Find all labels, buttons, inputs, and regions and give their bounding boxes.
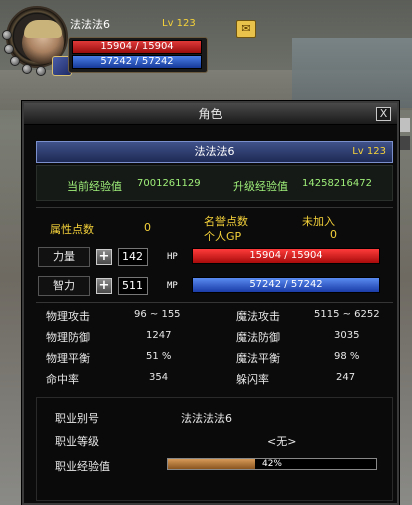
next-exp-label: 升级经验值 (233, 180, 288, 193)
stat-value: 98 % (334, 351, 360, 362)
character-name-bar: 法法法6 Lv 123 (36, 141, 393, 163)
stat-value: 3035 (334, 330, 360, 341)
stat-label: 魔法平衡 (236, 352, 280, 365)
panel-title[interactable]: 角色 (24, 103, 397, 125)
hud-player-level: Lv 123 (162, 18, 196, 29)
next-exp-value: 14258216472 (302, 178, 372, 189)
buff-orb-icon[interactable] (36, 66, 46, 76)
job-section: 职业别号 法法法法6 职业等级 <无> 职业经验值 42% (36, 397, 393, 501)
intelligence-label: 智力 (38, 276, 90, 296)
job-alias-label: 职业别号 (55, 412, 99, 425)
stat-value: 247 (336, 372, 356, 383)
buff-orb-icon[interactable] (4, 44, 14, 54)
buff-orb-icon[interactable] (22, 64, 32, 74)
mp-bar: 57242 / 57242 (192, 277, 380, 293)
stat-label: 躲闪率 (236, 373, 269, 386)
job-level-label: 职业等级 (55, 435, 99, 448)
stat-value: 354 (149, 372, 169, 383)
hud-mp-bar: 57242 / 57242 (72, 55, 202, 69)
buff-orb-icon[interactable] (2, 30, 12, 40)
character-name: 法法法6 (194, 145, 235, 158)
hud-hp-bar: 15904 / 15904 (72, 40, 202, 54)
character-level: Lv 123 (352, 146, 386, 157)
close-button[interactable]: X (376, 107, 391, 121)
add-intelligence-button[interactable]: + (96, 278, 112, 294)
stat-label: 魔法防御 (236, 331, 280, 344)
job-exp-bar: 42% (167, 458, 377, 470)
job-exp-label: 职业经验值 (55, 460, 110, 473)
stat-label: 物理平衡 (46, 352, 90, 365)
strength-label: 力量 (38, 247, 90, 267)
stat-value: 96 ~ 155 (134, 309, 181, 320)
hp-tag: HP (167, 252, 178, 262)
strength-value: 142 (118, 248, 148, 266)
stat-label: 物理防御 (46, 331, 90, 344)
personal-gp-value: 0 (330, 228, 337, 241)
add-strength-button[interactable]: + (96, 249, 112, 265)
attr-points-value: 0 (144, 221, 151, 234)
job-level-value: <无> (267, 435, 297, 448)
intelligence-value: 511 (118, 277, 148, 295)
current-exp-value: 7001261129 (137, 178, 201, 189)
personal-gp-label: 个人GP (204, 230, 242, 243)
side-strip (400, 118, 412, 158)
hp-bar: 15904 / 15904 (192, 248, 380, 264)
stat-value: 51 % (146, 351, 172, 362)
job-exp-percent: 42% (261, 459, 282, 469)
divider (36, 302, 393, 303)
player-hud: 法法法6 Lv 123 15904 / 15904 57242 / 57242 (0, 0, 210, 88)
background-building (292, 38, 412, 108)
job-alias-value: 法法法法6 (181, 412, 232, 425)
mp-tag: MP (167, 281, 178, 291)
experience-row: 当前经验值 7001261129 升级经验值 14258216472 (36, 165, 393, 201)
fame-points-label: 名誉点数 (204, 215, 248, 228)
stat-label: 命中率 (46, 373, 79, 386)
stat-value: 5115 ~ 6252 (314, 309, 380, 320)
quest-scroll-icon[interactable]: ✉ (236, 20, 256, 38)
current-exp-label: 当前经验值 (67, 180, 122, 193)
stat-value: 1247 (146, 330, 172, 341)
attr-points-label: 属性点数 (50, 223, 94, 236)
fame-status: 未加入 (302, 215, 335, 228)
avatar-hair (24, 20, 62, 38)
stat-label: 魔法攻击 (236, 310, 280, 323)
buff-orb-icon[interactable] (10, 56, 20, 66)
divider (36, 207, 393, 208)
hud-player-name: 法法法6 (70, 18, 110, 31)
stat-label: 物理攻击 (46, 310, 90, 323)
character-panel: 角色 X 法法法6 Lv 123 当前经验值 7001261129 升级经验值 … (21, 100, 400, 505)
